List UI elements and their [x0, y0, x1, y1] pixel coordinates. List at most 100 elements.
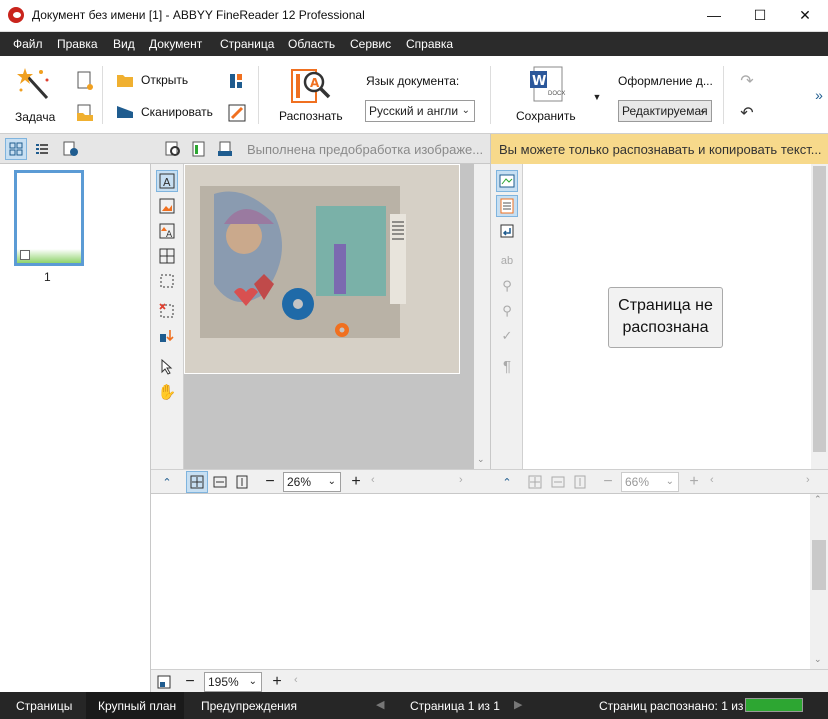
page-thumbnail[interactable] — [14, 170, 84, 266]
menu-area[interactable]: Область — [288, 37, 335, 51]
separator — [102, 66, 103, 124]
menu-tools[interactable]: Сервис — [350, 37, 391, 51]
image-viewer[interactable] — [184, 164, 474, 469]
save-button[interactable]: W DOCX Сохранить — [510, 62, 586, 128]
background-picture-tool[interactable]: A — [156, 220, 178, 242]
image-zoom-select[interactable]: 26% ⌄ — [283, 472, 341, 492]
new-document-button[interactable] — [74, 70, 96, 92]
thumbnails-view-button[interactable] — [5, 138, 27, 160]
menu-view[interactable]: Вид — [113, 37, 135, 51]
scan-label: Сканировать — [141, 105, 213, 119]
fit-width-button[interactable] — [547, 471, 569, 493]
scroll-thumb[interactable] — [812, 540, 826, 590]
menu-edit[interactable]: Правка — [57, 37, 98, 51]
tab-warnings[interactable]: Предупреждения — [201, 699, 297, 713]
page-not-recognized-notice: Страница не распознана — [608, 287, 723, 348]
open-button[interactable]: Открыть — [116, 70, 206, 92]
zoom-in-button[interactable]: + — [266, 671, 288, 693]
recognition-area-tool[interactable] — [156, 270, 178, 292]
image-status-message: Выполнена предобработка изображе... — [247, 142, 484, 157]
scroll-thumb[interactable] — [813, 166, 826, 452]
fit-height-button[interactable] — [231, 471, 253, 493]
minimize-button[interactable]: — — [691, 0, 737, 31]
save-dropdown-button[interactable]: ▼ — [590, 86, 604, 108]
list-icon — [36, 144, 48, 154]
next-page-icon[interactable]: ▶ — [514, 698, 522, 711]
hand-tool[interactable]: ✋ — [156, 381, 178, 403]
undo-button[interactable]: ↶ — [736, 102, 758, 124]
menu-document[interactable]: Документ — [149, 37, 202, 51]
zoom-out-button[interactable]: − — [597, 471, 619, 493]
table-area-tool[interactable] — [156, 245, 178, 267]
zoom-in-button[interactable]: + — [683, 471, 705, 493]
zoom-pane-icon — [157, 675, 171, 689]
caret-down-icon: ▼ — [592, 92, 602, 102]
page-properties-button[interactable] — [60, 138, 82, 160]
verify-text-button[interactable]: ab — [496, 250, 518, 272]
image-properties-button[interactable] — [188, 138, 210, 160]
select-tool[interactable] — [156, 356, 178, 378]
collapse-up-button[interactable]: ⌃ — [496, 471, 518, 493]
prev-page-icon[interactable]: ◀ — [376, 698, 384, 711]
delete-area-tool[interactable] — [156, 300, 178, 322]
scanned-image — [184, 164, 460, 374]
fit-height-button[interactable] — [569, 471, 591, 493]
plain-text-mode-button[interactable] — [496, 195, 518, 217]
collapse-up-button[interactable]: ⌃ — [156, 471, 178, 493]
image-vertical-scrollbar[interactable]: ⌄ — [474, 164, 490, 469]
scroll-left-icon[interactable]: ‹ — [710, 474, 714, 486]
zoom-out-button[interactable]: − — [179, 671, 201, 693]
image-zoom-bar: ⌃ − 26% ⌄ + ‹ › — [151, 469, 490, 493]
fit-width-button[interactable] — [209, 471, 231, 493]
menu-help[interactable]: Справка — [406, 37, 453, 51]
text-tools-column: ab ⚲ ⚲ ✓ ¶ — [490, 164, 523, 469]
scan-page-button[interactable] — [214, 138, 236, 160]
show-formatting-button[interactable]: ¶ — [496, 355, 518, 377]
zoom-out-button[interactable]: − — [259, 471, 281, 493]
tab-zoom-active[interactable]: Крупный план — [86, 692, 184, 719]
zoom-pane-zoom-select[interactable]: 195% ⌄ — [204, 672, 262, 692]
scroll-right-icon[interactable]: › — [806, 474, 810, 486]
return-button[interactable] — [496, 220, 518, 242]
menu-page[interactable]: Страница — [220, 37, 274, 51]
maximize-button[interactable]: ☐ — [737, 0, 783, 31]
text-zoom-select[interactable]: 66% ⌄ — [621, 472, 679, 492]
text-area-tool[interactable]: A — [156, 170, 178, 192]
analyze-icon — [165, 141, 180, 156]
zoom-pane[interactable] — [151, 493, 828, 669]
find-button[interactable]: ⚲ — [496, 275, 518, 297]
recognize-button[interactable]: A Распознать — [270, 62, 350, 128]
scroll-left-icon[interactable]: ‹ — [294, 674, 298, 686]
scroll-left-icon[interactable]: ‹ — [371, 474, 375, 486]
double-chevron-up-icon: ⌃ — [502, 476, 512, 489]
zoom-in-button[interactable]: + — [345, 471, 367, 493]
fit-page-button[interactable] — [186, 471, 208, 493]
scan-button[interactable]: Сканировать — [116, 102, 216, 124]
format-select[interactable]: Редактируемая ⌄ — [618, 100, 712, 122]
abbyy-logo-icon — [8, 7, 24, 23]
redo-button[interactable]: ↷ — [736, 70, 758, 92]
check-document-button[interactable]: ✓ — [496, 325, 518, 347]
ribbon-more-button[interactable]: » — [812, 84, 826, 106]
zoom-vertical-scrollbar[interactable]: ⌃ ⌄ — [810, 494, 828, 669]
doc-language-label: Язык документа: — [366, 74, 460, 88]
text-vertical-scrollbar[interactable] — [811, 164, 828, 469]
fit-page-button[interactable] — [524, 471, 546, 493]
text-editor-mode-button[interactable] — [496, 170, 518, 192]
tab-pages[interactable]: Страницы — [16, 699, 72, 713]
menu-file[interactable]: Файл — [13, 37, 43, 51]
task-button[interactable]: Задача — [8, 64, 62, 128]
open-image-button[interactable] — [74, 102, 96, 124]
image-editor-button[interactable] — [226, 70, 248, 92]
doc-language-select[interactable]: Русский и англи ⌄ — [365, 100, 475, 122]
tab-zoom: Крупный план — [98, 699, 177, 713]
analyze-image-button[interactable] — [162, 138, 184, 160]
edit-image-button[interactable] — [226, 102, 248, 124]
zoom-pane-options-button[interactable] — [153, 671, 175, 693]
close-button[interactable]: ✕ — [782, 0, 828, 31]
details-view-button[interactable] — [31, 138, 53, 160]
scroll-right-icon[interactable]: › — [459, 474, 463, 486]
reorder-areas-tool[interactable] — [156, 325, 178, 347]
picture-area-tool[interactable] — [156, 195, 178, 217]
replace-button[interactable]: ⚲ — [496, 300, 518, 322]
